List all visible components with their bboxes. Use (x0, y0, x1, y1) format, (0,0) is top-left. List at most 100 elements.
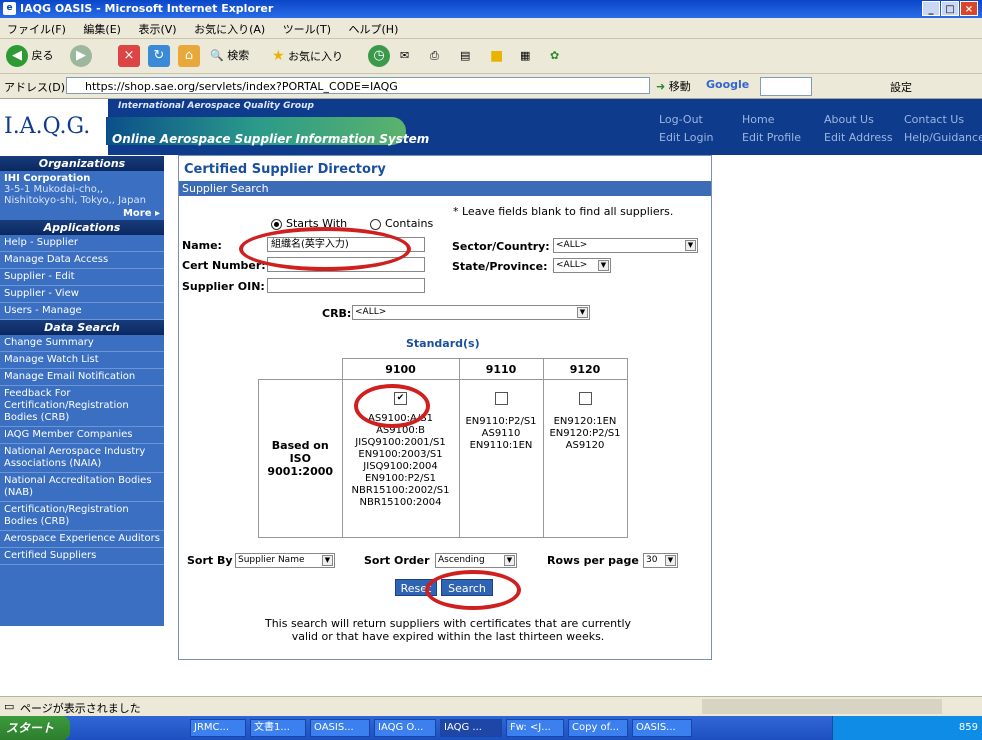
menu-favorites[interactable]: お気に入り(A) (187, 18, 272, 40)
mail-button[interactable]: ✉ (400, 44, 409, 68)
search-button[interactable]: 🔍 検索 (210, 44, 249, 68)
google-search-input[interactable] (760, 77, 812, 96)
nav-edit-address[interactable]: Edit Address (824, 131, 893, 144)
state-province-select[interactable]: <ALL> ▼ (553, 258, 611, 273)
search-note: This search will return suppliers with c… (264, 617, 632, 643)
print-button[interactable]: ⎙ (430, 44, 439, 68)
home-button[interactable]: ⌂ (178, 44, 200, 68)
sidebar-item-change-summary[interactable]: Change Summary (0, 335, 164, 352)
favorites-button[interactable]: ★ お気に入り (272, 44, 343, 68)
nav-edit-login[interactable]: Edit Login (659, 131, 713, 144)
address-url: https://shop.sae.org/servlets/index?PORT… (85, 80, 398, 93)
menu-file[interactable]: ファイル(F) (0, 18, 73, 40)
menu-view[interactable]: 表示(V) (131, 18, 183, 40)
taskbar-item-jrmc[interactable]: JRMC... (190, 719, 246, 737)
address-input[interactable]: https://shop.sae.org/servlets/index?PORT… (66, 77, 650, 94)
sidebar-item-nab[interactable]: National Accreditation Bodies (NAB) (0, 473, 164, 502)
google-toolbar-logo: Google (706, 78, 750, 91)
sort-by-select[interactable]: Supplier Name ▼ (235, 553, 335, 568)
research-icon: ▦ (520, 49, 531, 62)
taskbar-item-copy-of[interactable]: Copy of... (568, 719, 628, 737)
chevron-down-icon: ▼ (685, 240, 696, 251)
folder-icon: ■ (490, 48, 504, 64)
rows-per-page-select[interactable]: 30 ▼ (643, 553, 678, 568)
back-label: 戻る (31, 49, 54, 62)
page-title: Certified Supplier Directory (184, 162, 386, 177)
annotation-oval-search (425, 570, 521, 610)
document-icon: ▤ (460, 49, 471, 62)
iaqg-logo[interactable]: I.A.Q.G. (0, 99, 108, 155)
sector-country-select[interactable]: <ALL> ▼ (553, 238, 698, 253)
refresh-icon: ↻ (148, 45, 170, 67)
taskbar-item-oasis-2[interactable]: OASIS... (632, 719, 692, 737)
go-button[interactable]: ➜ 移動 (656, 78, 691, 94)
start-label: スタート (6, 721, 55, 735)
favorites-label: お気に入り (288, 50, 344, 63)
checkbox-9120[interactable] (578, 392, 592, 405)
forward-button[interactable]: ▶ (70, 44, 92, 68)
taskbar-item-doc1[interactable]: 文書1... (250, 719, 306, 737)
checkbox-9110[interactable] (494, 392, 508, 405)
sidebar-item-certified-suppliers[interactable]: Certified Suppliers (0, 548, 164, 565)
sidebar-more-link[interactable]: More ▸ (0, 208, 164, 220)
settings-label: 設定 (890, 81, 912, 94)
blank-fields-hint: * Leave fields blank to find all supplie… (453, 205, 674, 218)
taskbar-item-fw-mail[interactable]: Fw: <J... (506, 719, 564, 737)
name-label: Name: (182, 239, 222, 252)
maximize-button[interactable]: □ (941, 1, 959, 16)
crb-select[interactable]: <ALL> ▼ (352, 305, 590, 320)
settings-menu[interactable]: 設定 (890, 79, 912, 95)
cell-9120: EN9120:1EN EN9120:P2/S1 AS9120 (542, 379, 628, 538)
taskbar-item-iaqg-ie[interactable]: IAQG ... (440, 719, 502, 737)
research-button[interactable]: ▦ (520, 44, 530, 68)
sidebar-item-manage-data-access[interactable]: Manage Data Access (0, 252, 164, 269)
nav-contact-us[interactable]: Contact Us (904, 113, 964, 126)
sidebar-item-auditors[interactable]: Aerospace Experience Auditors (0, 531, 164, 548)
go-label: 移動 (668, 80, 691, 93)
clock[interactable]: 859 (959, 722, 978, 733)
sidebar-item-watch-list[interactable]: Manage Watch List (0, 352, 164, 369)
nav-about-us[interactable]: About Us (824, 113, 874, 126)
sidebar-item-help-supplier[interactable]: Help - Supplier (0, 235, 164, 252)
sort-order-select[interactable]: Ascending ▼ (435, 553, 517, 568)
menu-edit[interactable]: 編集(E) (76, 18, 128, 40)
ime-toolbar[interactable] (702, 699, 942, 714)
nav-logout[interactable]: Log-Out (659, 113, 703, 126)
taskbar-item-iaqg-doc[interactable]: IAQG O... (374, 719, 436, 737)
nav-help-guidance[interactable]: Help/Guidance (904, 131, 982, 144)
close-button[interactable]: × (960, 1, 978, 16)
crb-value: <ALL> (355, 307, 387, 317)
chevron-down-icon: ▼ (504, 555, 515, 566)
supplier-oin-input[interactable] (267, 278, 425, 293)
stop-button[interactable]: × (118, 44, 140, 68)
menu-tools[interactable]: ツール(T) (276, 18, 338, 40)
contains-radio[interactable] (370, 219, 381, 230)
site-header: I.A.Q.G. International Aerospace Quality… (0, 99, 982, 155)
starts-with-radio[interactable] (271, 219, 282, 230)
sidebar-item-users-manage[interactable]: Users - Manage (0, 303, 164, 320)
history-button[interactable]: ◷ (368, 44, 390, 68)
messenger-button[interactable]: ✿ (550, 44, 559, 68)
sidebar-item-supplier-edit[interactable]: Supplier - Edit (0, 269, 164, 286)
nav-edit-profile[interactable]: Edit Profile (742, 131, 801, 144)
sidebar-heading-applications: Applications (0, 220, 164, 235)
menu-bar: ファイル(F) 編集(E) 表示(V) お気に入り(A) ツール(T) ヘルプ(… (0, 18, 982, 39)
minimize-button[interactable]: _ (922, 1, 940, 16)
sidebar-item-feedback-crb[interactable]: Feedback For Certification/Registration … (0, 386, 164, 427)
sidebar-item-member-companies[interactable]: IAQG Member Companies (0, 427, 164, 444)
sidebar-item-crb[interactable]: Certification/Registration Bodies (CRB) (0, 502, 164, 531)
folder-button[interactable]: ■ (490, 44, 503, 68)
edit-button[interactable]: ▤ (460, 44, 470, 68)
sidebar-item-naia[interactable]: National Aerospace Industry Associations… (0, 444, 164, 473)
sidebar-item-email-notification[interactable]: Manage Email Notification (0, 369, 164, 386)
back-button[interactable]: ◀ 戻る (6, 44, 54, 68)
start-button[interactable]: スタート (0, 716, 70, 740)
taskbar-item-oasis-folder[interactable]: OASIS... (310, 719, 370, 737)
menu-help[interactable]: ヘルプ(H) (342, 18, 406, 40)
ie-app-icon: e (3, 2, 16, 15)
refresh-button[interactable]: ↻ (148, 44, 170, 68)
taskbar: スタート JRMC... 文書1... OASIS... IAQG O... I… (0, 716, 982, 740)
sidebar-item-supplier-view[interactable]: Supplier - View (0, 286, 164, 303)
row-label-iso: Based on ISO 9001:2000 (258, 379, 343, 538)
nav-home[interactable]: Home (742, 113, 774, 126)
